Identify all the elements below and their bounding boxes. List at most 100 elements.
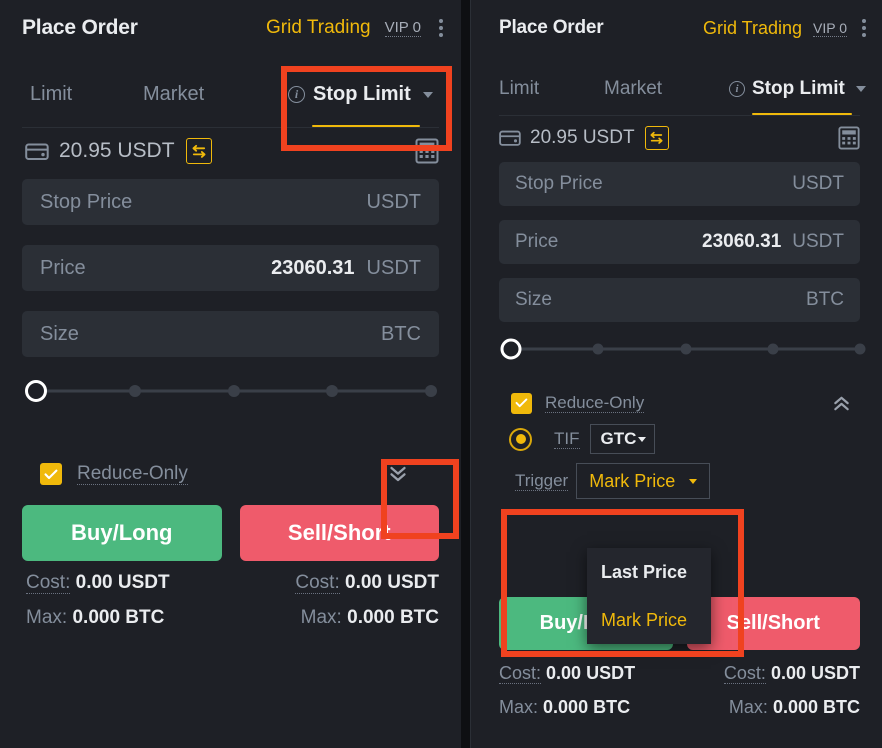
trigger-row: Trigger Mark Price [471, 462, 882, 500]
tabs-divider-right [499, 115, 860, 116]
sell-max-value: 0.000 BTC [347, 607, 439, 628]
sell-cost-key[interactable]: Cost: [295, 572, 340, 594]
buy-cost-key[interactable]: Cost: [26, 572, 71, 594]
tab-limit-right[interactable]: Limit [499, 78, 539, 100]
buy-cost-value-right: 0.00 USDT [546, 663, 636, 683]
buy-max-value: 0.000 BTC [72, 607, 165, 628]
buy-cost-key-right[interactable]: Cost: [499, 663, 542, 684]
screenshot-root: Place Order Grid Trading VIP 0 Limit Mar… [0, 0, 882, 748]
tab-stop-limit[interactable]: i Stop Limit [288, 83, 433, 106]
chevron-down-icon-right[interactable] [855, 86, 866, 92]
slider-handle[interactable] [25, 380, 47, 402]
tab-stop-limit-right[interactable]: i Stop Limit [729, 78, 866, 100]
tab-market-label-right: Market [604, 78, 663, 99]
panel-divider [461, 0, 470, 748]
grid-trading-link[interactable]: Grid Trading [266, 17, 371, 39]
calculator-icon-right[interactable] [838, 126, 860, 150]
slider-tick-50-right[interactable] [680, 343, 691, 355]
vip-badge-right[interactable]: VIP 0 [813, 20, 847, 37]
buy-max-value-right: 0.000 BTC [543, 697, 631, 717]
caret-down-icon-tif [638, 436, 647, 442]
info-icon-right[interactable]: i [729, 81, 745, 97]
stop-price-unit: USDT [366, 190, 421, 213]
swap-icon[interactable] [185, 138, 212, 164]
trigger-option-mark-price[interactable]: Mark Price [587, 596, 711, 644]
trigger-label[interactable]: Trigger [515, 471, 569, 492]
reduce-only-label-right[interactable]: Reduce-Only [545, 393, 645, 414]
slider-tick-100[interactable] [425, 385, 437, 397]
sell-short-button-right[interactable]: Sell/Short [686, 597, 860, 650]
tab-limit[interactable]: Limit [30, 83, 72, 106]
tif-select[interactable]: GTC [589, 424, 656, 454]
slider-handle-right[interactable] [500, 338, 522, 360]
stop-price-label-right: Stop Price [515, 173, 603, 194]
trigger-option-mark-price-label: Mark Price [601, 609, 688, 630]
page-title-right: Place Order [499, 17, 604, 38]
chevron-down-icon[interactable] [422, 91, 433, 98]
chevron-double-up-icon[interactable] [831, 394, 852, 413]
reduce-only-label[interactable]: Reduce-Only [77, 463, 188, 486]
tif-row: TIF GTC [471, 424, 882, 454]
tab-market-label: Market [143, 83, 205, 105]
trigger-option-last-price-label: Last Price [601, 561, 688, 582]
price-field-right[interactable]: Price 23060.31 USDT [499, 220, 860, 264]
tif-radio[interactable] [509, 427, 532, 451]
price-unit: USDT [366, 256, 421, 279]
order-panel-right: Place Order Grid Trading VIP 0 Limit Mar… [470, 0, 882, 748]
wallet-icon-right [499, 130, 521, 146]
sell-short-button[interactable]: Sell/Short [239, 505, 439, 561]
buy-max-key: Max: [26, 607, 68, 628]
tif-label[interactable]: TIF [554, 429, 580, 450]
size-field[interactable]: Size BTC [22, 311, 439, 357]
wallet-icon [25, 143, 49, 160]
options-row-right: Reduce-Only [471, 391, 882, 415]
slider-tick-50[interactable] [227, 385, 240, 397]
tab-market[interactable]: Market [143, 83, 204, 106]
price-label: Price [40, 256, 86, 279]
calculator-icon[interactable] [415, 138, 439, 164]
sell-cost-line: Cost: 0.00 USDT [233, 572, 439, 594]
balance-amount: 20.95 USDT [59, 139, 175, 162]
stop-price-field-right[interactable]: Stop Price USDT [499, 162, 860, 206]
reduce-only-checkbox-right[interactable] [511, 392, 532, 414]
tab-market-right[interactable]: Market [604, 78, 662, 100]
slider-tick-100-right[interactable] [854, 343, 866, 355]
size-label: Size [40, 322, 79, 345]
price-value: 23060.31 [271, 256, 355, 279]
caret-down-icon-trigger [689, 478, 698, 484]
trigger-select[interactable]: Mark Price [576, 463, 711, 499]
slider-tick-75[interactable] [326, 385, 339, 397]
size-slider[interactable] [25, 377, 437, 405]
sell-max-key-right: Max: [728, 697, 768, 717]
vip-badge[interactable]: VIP 0 [384, 19, 421, 37]
size-field-right[interactable]: Size BTC [499, 278, 860, 322]
trigger-option-last-price[interactable]: Last Price [587, 548, 711, 596]
buy-long-button[interactable]: Buy/Long [22, 505, 222, 561]
size-label-right: Size [515, 289, 552, 310]
more-vertical-icon[interactable] [439, 19, 443, 37]
slider-tick-25-right[interactable] [592, 343, 604, 355]
sell-max-line-right: Max: 0.000 BTC [680, 697, 860, 718]
info-icon[interactable]: i [288, 86, 305, 103]
price-value-right: 23060.31 [702, 231, 782, 252]
slider-tick-75-right[interactable] [767, 343, 779, 355]
more-vertical-icon-right[interactable] [862, 19, 866, 37]
stop-price-field[interactable]: Stop Price USDT [22, 179, 439, 225]
sell-cost-key-right[interactable]: Cost: [723, 663, 766, 684]
sell-cost-value: 0.00 USDT [345, 572, 439, 593]
price-unit-right: USDT [792, 231, 844, 252]
price-field[interactable]: Price 23060.31 USDT [22, 245, 439, 291]
slider-tick-25[interactable] [128, 385, 141, 397]
action-buttons: Buy/Long Sell/Short [0, 505, 461, 561]
tab-limit-label: Limit [30, 83, 73, 105]
swap-icon-right[interactable] [644, 126, 669, 150]
sell-max-value-right: 0.000 BTC [772, 697, 860, 717]
order-stats-right: Cost: 0.00 USDT Max: 0.000 BTC Cost: 0.0… [471, 663, 882, 718]
size-slider-right[interactable] [500, 336, 866, 362]
trigger-dropdown-menu[interactable]: Last Price Mark Price [587, 548, 711, 644]
grid-trading-link-right[interactable]: Grid Trading [703, 18, 802, 39]
active-tab-underline-right [752, 113, 852, 115]
balance-row: 20.95 USDT [0, 128, 461, 174]
reduce-only-checkbox[interactable] [40, 463, 62, 485]
chevron-double-down-icon[interactable] [387, 464, 409, 484]
